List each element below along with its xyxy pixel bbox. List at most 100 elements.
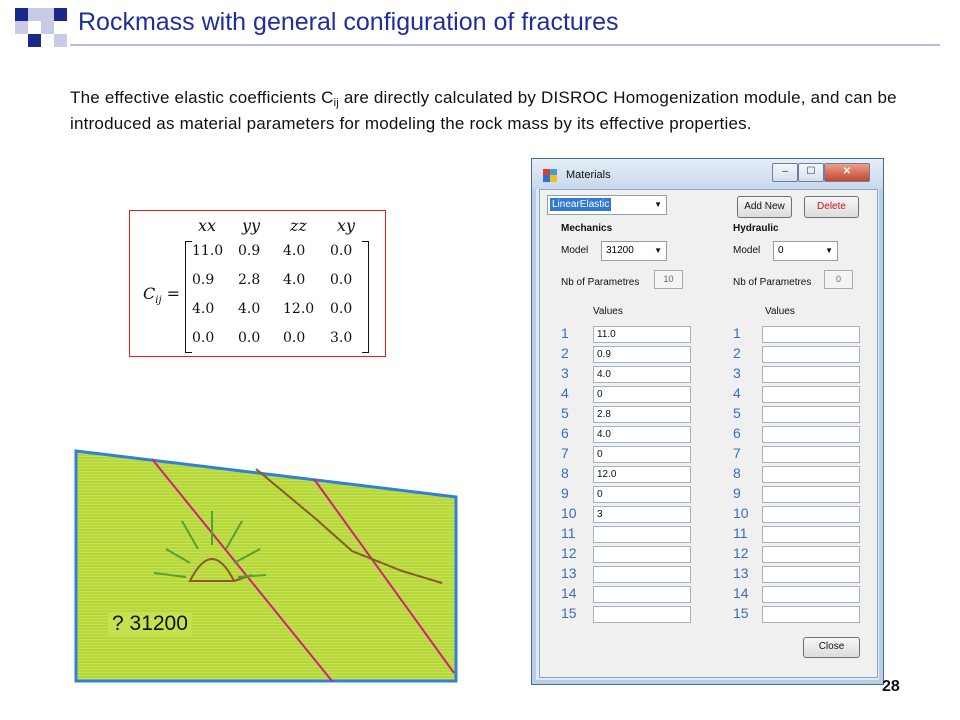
matrix-cell: 4.0 [238,301,261,317]
deco-square [54,34,67,47]
mechanics-value-field[interactable]: 0 [593,486,691,503]
chevron-down-icon: ▼ [654,200,662,209]
app-icon [543,169,557,182]
mechanics-row-number: 6 [561,425,569,441]
hydraulic-value-field[interactable] [762,606,860,623]
mechanics-value-field[interactable] [593,526,691,543]
mechanics-value-field[interactable]: 0.9 [593,346,691,363]
mechanics-model-select[interactable]: 31200 ▼ [601,241,667,261]
matrix-cell: 3.0 [330,330,353,346]
materials-window: Materials – ☐ ✕ LinearElastic ▼ Add New … [531,158,884,685]
hydraulic-value-field[interactable] [762,326,860,343]
title-divider [70,44,940,46]
add-new-button[interactable]: Add New [737,196,792,218]
matrix-cell: 0.9 [192,272,215,288]
hydraulic-value-field[interactable] [762,446,860,463]
stiffness-matrix: xx yy zz xy Cij = 11.0 0.9 4.0 0.0 0.9 2.8 4.0… [129,210,386,357]
mechanics-value-field[interactable] [593,586,691,603]
sketch-label: ? 31200 [108,612,192,636]
hydraulic-value-field[interactable] [762,506,860,523]
hydraulic-row-number: 8 [733,465,741,481]
hydraulic-value-field[interactable] [762,366,860,383]
rockmass-region [74,449,458,683]
delete-button[interactable]: Delete [804,196,859,218]
hydraulic-row-number: 5 [733,405,741,421]
mechanics-value-field[interactable]: 4.0 [593,366,691,383]
mechanics-value-field[interactable]: 4.0 [593,426,691,443]
matrix-cell: 11.0 [192,243,224,259]
hydraulic-nb-field: 0 [824,270,853,289]
mechanics-value-field[interactable]: 2.8 [593,406,691,423]
hydraulic-row-number: 15 [733,605,749,621]
hydraulic-row-number: 13 [733,565,749,581]
minimize-button[interactable]: – [772,163,798,182]
mechanics-value-field[interactable]: 11.0 [593,326,691,343]
mechanics-value-field[interactable]: 3 [593,506,691,523]
mechanics-value-field[interactable]: 0 [593,386,691,403]
matrix-cell: 2.8 [238,272,261,288]
hydraulic-row-number: 1 [733,325,741,341]
hydraulic-value-field[interactable] [762,486,860,503]
hydraulic-value-field[interactable] [762,386,860,403]
slide-title: Rockmass with general configuration of f… [78,8,619,36]
window-title: Materials [566,169,611,181]
matrix-cell: 12.0 [283,301,315,317]
matrix-cell: 4.0 [283,243,306,259]
hydraulic-row-number: 11 [733,525,748,541]
mechanics-row-number: 1 [561,325,569,341]
window-client-area: LinearElastic ▼ Add New Delete Mechanics… [539,189,878,678]
close-button[interactable]: Close [803,637,860,658]
hydraulic-row-number: 10 [733,505,749,521]
chevron-down-icon: ▼ [654,246,662,255]
hydraulic-row-number: 3 [733,365,741,381]
hydraulic-value-field[interactable] [762,406,860,423]
deco-square [41,21,54,34]
hydraulic-value-field[interactable] [762,346,860,363]
mechanics-value-field[interactable] [593,606,691,623]
matrix-cell: 0.0 [330,243,353,259]
hydraulic-value-field[interactable] [762,426,860,443]
matrix-col-header: yy [242,216,261,235]
mechanics-row-number: 7 [561,445,569,461]
matrix-cell: 0.9 [238,243,261,259]
mechanics-header: Mechanics [561,223,613,234]
mechanics-value-field[interactable] [593,546,691,563]
mechanics-model-label: Model [561,245,589,256]
mechanics-row-number: 3 [561,365,569,381]
deco-square [41,8,54,21]
hydraulic-value-field[interactable] [762,566,860,583]
matrix-col-header: xy [337,216,356,235]
hydraulic-row-number: 4 [733,385,741,401]
matrix-cell: 4.0 [192,301,215,317]
maximize-button[interactable]: ☐ [798,163,824,182]
hydraulic-value-field[interactable] [762,526,860,543]
mechanics-row-number: 4 [561,385,569,401]
mechanics-row-number: 11 [561,525,576,541]
material-type-select[interactable]: LinearElastic ▼ [547,195,667,215]
hydraulic-model-select[interactable]: 0 ▼ [773,241,838,261]
paragraph-text: The effective elastic coefficients C [70,88,334,107]
hydraulic-value-field[interactable] [762,466,860,483]
hydraulic-row-number: 7 [733,445,741,461]
matrix-label-symbol: C [143,284,156,303]
window-titlebar[interactable]: Materials – ☐ ✕ [532,159,883,189]
mechanics-model-value: 31200 [606,245,634,256]
matrix-cell: 0.0 [330,272,353,288]
mechanics-row-number: 13 [561,565,577,581]
mechanics-value-field[interactable]: 12.0 [593,466,691,483]
hydraulic-nb-label: Nb of Parametres [733,277,812,288]
window-close-button[interactable]: ✕ [824,163,870,182]
matrix-col-header: zz [290,216,307,235]
hydraulic-model-label: Model [733,245,761,256]
hydraulic-value-field[interactable] [762,586,860,603]
mechanics-value-field[interactable] [593,566,691,583]
hydraulic-value-field[interactable] [762,546,860,563]
matrix-cell: 0.0 [192,330,215,346]
matrix-label-equals: = [161,284,181,303]
mechanics-value-field[interactable]: 0 [593,446,691,463]
mechanics-row-number: 8 [561,465,569,481]
mechanics-row-number: 2 [561,345,569,361]
mechanics-row-number: 12 [561,545,577,561]
description-paragraph: The effective elastic coefficients Cij a… [70,85,920,137]
deco-square [28,34,41,47]
